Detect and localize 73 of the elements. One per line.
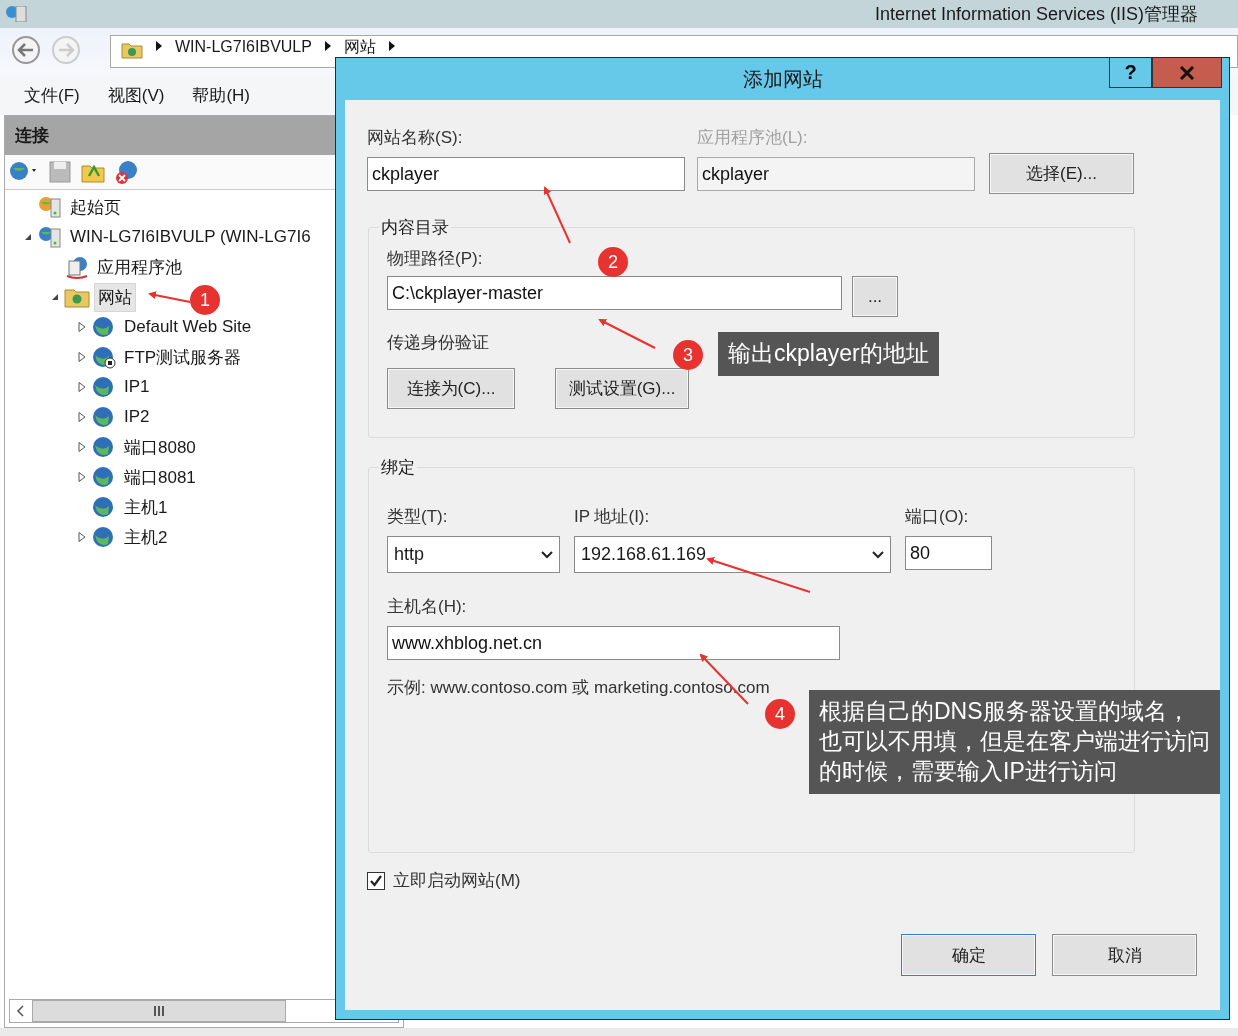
tree-item[interactable]: IP2: [121, 405, 153, 429]
close-button[interactable]: [1152, 58, 1222, 88]
menu-item[interactable]: 文件(F): [24, 83, 80, 107]
tree-item[interactable]: 网站: [94, 282, 136, 312]
port-field[interactable]: 80: [905, 536, 992, 570]
chevron-icon: [387, 41, 396, 51]
tree-item[interactable]: 端口8080: [121, 433, 199, 461]
expand-icon[interactable]: [78, 352, 86, 362]
field-label: 应用程序池(L):: [697, 127, 809, 149]
close-icon: [1179, 65, 1195, 80]
server-icon: [37, 195, 63, 219]
host-name-field[interactable]: www.xhblog.net.cn: [387, 626, 840, 660]
chevron-icon: [323, 41, 332, 51]
expand-icon[interactable]: [78, 382, 86, 392]
site-name-field[interactable]: ckplayer: [367, 157, 685, 191]
arrow: [148, 291, 191, 303]
tree-item[interactable]: 应用程序池: [94, 253, 185, 281]
select-button[interactable]: 选择(E)...: [989, 153, 1134, 194]
type-dropdown[interactable]: http: [387, 536, 560, 573]
chevron-icon: [155, 41, 163, 51]
arrow: [598, 319, 656, 349]
grip-icon: [152, 1005, 166, 1017]
caret-icon: [541, 550, 553, 559]
field-label: 端口(O):: [905, 506, 970, 528]
field-label: 主机名(H):: [387, 596, 467, 618]
browse-button[interactable]: ...: [852, 276, 898, 317]
window-title: Internet Information Services (IIS)管理器: [874, 3, 1198, 26]
callout-note: 输出ckplayer的地址: [718, 332, 939, 376]
expand-icon[interactable]: [78, 472, 86, 482]
section-label: 传递身份验证: [387, 332, 489, 354]
expand-icon[interactable]: [78, 322, 86, 332]
field-label: IP 地址(I):: [574, 506, 651, 528]
ok-button[interactable]: 确定: [901, 934, 1036, 976]
breadcrumb-item[interactable]: WIN-LG7I6IBVULP: [175, 38, 312, 56]
expand-icon[interactable]: [78, 532, 86, 542]
server-icon: [37, 225, 63, 249]
tree-item[interactable]: IP1: [121, 375, 153, 399]
tree-item[interactable]: FTP测试服务器: [121, 343, 245, 371]
arrow: [543, 186, 571, 244]
group-title: 内容目录: [380, 217, 450, 239]
expand-icon[interactable]: [78, 442, 86, 452]
tree-item[interactable]: 主机2: [121, 523, 171, 551]
ip-address-dropdown[interactable]: 192.168.61.169: [574, 536, 891, 573]
help-button[interactable]: ?: [1109, 58, 1152, 88]
field-label: 物理路径(P):: [387, 248, 483, 270]
breadcrumb-item[interactable]: 网站: [343, 38, 376, 56]
field-label: 类型(T):: [387, 506, 449, 528]
dialog-title: 添加网站: [742, 66, 823, 92]
menu-item[interactable]: 视图(V): [107, 83, 165, 107]
step-number: 1: [190, 285, 220, 315]
group-title: 绑定: [380, 457, 416, 479]
server-icon: [4, 6, 30, 22]
connect-as-button[interactable]: 连接为(C)...: [387, 368, 515, 409]
checkbox-label: 立即启动网站(M): [393, 870, 521, 892]
test-settings-button[interactable]: 测试设置(G)...: [555, 368, 689, 409]
app-pool-icon: [64, 255, 90, 279]
globe-stop-icon: [91, 345, 117, 369]
folder-icon: [64, 286, 90, 308]
caret-icon: [872, 550, 884, 559]
checkbox[interactable]: [367, 871, 385, 890]
menu-item[interactable]: 帮助(H): [192, 83, 250, 107]
physical-path-field[interactable]: C:\ckplayer-master: [387, 276, 842, 310]
collapse-icon[interactable]: [51, 293, 59, 301]
expand-icon[interactable]: [78, 412, 86, 422]
tree-item[interactable]: 端口8081: [121, 463, 199, 491]
tree-item[interactable]: WIN-LG7I6IBVULP (WIN-LG7I6: [67, 225, 314, 249]
tree-item[interactable]: 起始页: [67, 193, 124, 221]
tree-item[interactable]: 主机1: [121, 493, 171, 521]
folder-icon: [121, 41, 143, 59]
callout-note: 根据自己的DNS服务器设置的域名， 也可以不用填，但是在客户端进行访问 的时候，需要输入IP进行访问: [809, 690, 1220, 794]
tree-item[interactable]: Default Web Site: [121, 315, 255, 339]
collapse-icon[interactable]: [24, 233, 32, 241]
cancel-button[interactable]: 取消: [1052, 934, 1197, 976]
